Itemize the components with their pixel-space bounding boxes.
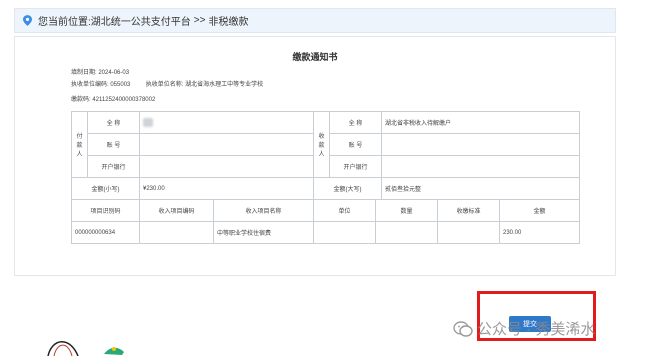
agency-code-label: 执收单位编码: — [71, 82, 109, 88]
column-header: 项目识别码 — [71, 199, 140, 222]
breadcrumb-platform[interactable]: 湖北统一公共支付平台 — [91, 13, 191, 28]
amount-big-label: 金额(大写) — [313, 177, 382, 200]
column-header: 金额 — [499, 199, 580, 222]
agency-code-value: 055003 — [110, 82, 131, 88]
table-row: 付款人 全 称 收款人 全 称 湖北省非税收入待解缴户 — [71, 111, 580, 178]
wechat-icon — [453, 320, 473, 337]
income-item-code — [139, 221, 214, 244]
breadcrumb-prefix: 您当前位置: — [38, 17, 91, 28]
income-item-name: 中等职业学校住宿费 — [213, 221, 314, 244]
column-header: 收入项目名称 — [213, 199, 314, 222]
item-unit — [313, 221, 376, 244]
payer-account-value — [139, 133, 314, 156]
item-amount: 230.00 — [499, 221, 580, 244]
table-row: 000000000634 中等职业学校住宿费 230.00 — [71, 221, 580, 244]
table-row: 金额(小写) ¥230.00 金额(大写) 贰佰叁拾元整 — [71, 177, 580, 200]
payer-bank-value — [139, 155, 314, 178]
payer-bank-label: 开户银行 — [87, 155, 140, 178]
payee-name-value: 湖北省非税收入待解缴户 — [381, 111, 580, 134]
redacted-name — [143, 118, 153, 127]
notice-title: 缴款通知书 — [292, 52, 338, 62]
payer-name-value — [139, 111, 314, 134]
pay-code-row: 缴款码: 4211252400000378002 — [71, 94, 155, 103]
item-code: 000000000634 — [71, 221, 140, 244]
watermark-text: 公众号 · 秀美浠水 — [477, 321, 596, 338]
breadcrumb-separator: >> — [193, 15, 206, 26]
payee-bank-value — [381, 155, 580, 178]
agency-row: 执收单位编码: 055003 执收单位名称: 湖北省海水理工中等专业学校 — [71, 79, 263, 88]
location-pin-icon — [23, 15, 32, 26]
payee-account-label: 账 号 — [329, 133, 382, 156]
payee-account-value — [381, 133, 580, 156]
item-standard — [437, 221, 500, 244]
breadcrumb-current: 非税缴款 — [208, 17, 249, 28]
agency-name-label: 执收单位名称: — [145, 82, 184, 88]
item-quantity — [375, 221, 438, 244]
breadcrumb: 您当前位置: 湖北统一公共支付平台 >> 非税缴款 — [14, 8, 616, 33]
payer-account-label: 账 号 — [87, 133, 140, 156]
payee-group-label: 收款人 — [313, 111, 330, 178]
fill-date-label: 填制日期: — [71, 70, 97, 76]
payment-table: 付款人 全 称 收款人 全 称 湖北省非税收入待解缴户 账 号 账 号 开户银行… — [71, 111, 580, 200]
watermark: 公众号 · 秀美浠水 — [453, 318, 595, 339]
decorative-graphic — [47, 341, 124, 356]
column-header: 收缴标准 — [437, 199, 500, 222]
payer-name-label: 全 称 — [87, 111, 140, 134]
column-header: 数量 — [375, 199, 438, 222]
fill-date-value: 2024-06-03 — [98, 70, 130, 76]
table-header-row: 项目识别码 收入项目编码 收入项目名称 单位 数量 收缴标准 金额 — [71, 199, 580, 222]
payee-bank-label: 开户银行 — [329, 155, 382, 178]
pay-code-label: 缴款码: — [71, 97, 91, 103]
payment-notice-panel: 缴款通知书 填制日期: 2024-06-03 执收单位编码: 055003 执收… — [14, 36, 616, 276]
pay-code-value: 4211252400000378002 — [92, 97, 156, 103]
items-table: 项目识别码 收入项目编码 收入项目名称 单位 数量 收缴标准 金额 000000… — [71, 199, 580, 244]
payee-name-label: 全 称 — [329, 111, 382, 134]
column-header: 单位 — [313, 199, 376, 222]
amount-big-value: 贰佰叁拾元整 — [381, 177, 580, 200]
amount-small-label: 金额(小写) — [71, 177, 140, 200]
column-header: 收入项目编码 — [139, 199, 214, 222]
agency-name-value: 湖北省海水理工中等专业学校 — [185, 82, 264, 88]
fill-date-row: 填制日期: 2024-06-03 — [71, 67, 129, 76]
amount-small-value: ¥230.00 — [139, 177, 314, 200]
payer-group-label: 付款人 — [71, 111, 88, 178]
